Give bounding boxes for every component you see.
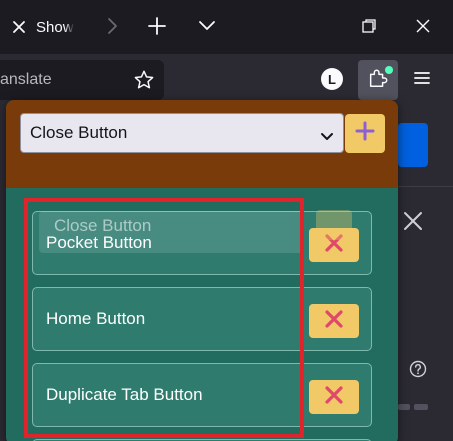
- nav-toolbar: anslate L: [0, 54, 453, 106]
- add-button[interactable]: [345, 114, 385, 153]
- page-primary-button[interactable]: [398, 123, 428, 167]
- x-icon: [324, 385, 344, 410]
- chevron-down-icon[interactable]: [195, 14, 219, 38]
- tab-bar: Show: [0, 0, 453, 54]
- x-icon: [324, 309, 344, 334]
- item-label: Home Button: [46, 309, 146, 328]
- chevron-right-icon[interactable]: [100, 14, 124, 38]
- button-select[interactable]: Close Button: [20, 113, 344, 153]
- page-divider: [398, 186, 453, 187]
- popup-header: Close Button: [6, 100, 398, 188]
- browser-tab[interactable]: Show: [0, 6, 82, 48]
- tab-title: Show: [36, 18, 74, 36]
- plus-icon: [355, 121, 375, 146]
- restore-icon[interactable]: [357, 14, 381, 38]
- item-label: Duplicate Tab Button: [46, 385, 203, 404]
- close-icon[interactable]: [11, 19, 27, 35]
- plus-icon[interactable]: [145, 14, 169, 38]
- window-close-icon[interactable]: [411, 14, 435, 38]
- delete-button[interactable]: [309, 380, 359, 414]
- delete-button[interactable]: [309, 304, 359, 338]
- drag-ghost-delete: [316, 210, 352, 240]
- list-item[interactable]: Duplicate Tab Button: [32, 363, 372, 427]
- url-text: anslate: [0, 71, 52, 88]
- select-value: Close Button: [30, 123, 128, 142]
- extension-badge-dot: [385, 66, 393, 74]
- star-icon[interactable]: [133, 69, 155, 96]
- extensions-button[interactable]: [358, 60, 398, 100]
- url-bar[interactable]: anslate: [0, 60, 164, 100]
- help-icon[interactable]: [409, 360, 427, 383]
- drag-ghost-label: Close Button: [54, 216, 152, 235]
- page-skeleton-bars: [398, 404, 428, 410]
- hamburger-menu-icon[interactable]: [412, 68, 432, 93]
- chevron-down-icon: [320, 127, 334, 147]
- list-item[interactable]: Home Button: [32, 287, 372, 351]
- page-close-icon[interactable]: [402, 210, 424, 237]
- account-avatar[interactable]: L: [321, 68, 343, 90]
